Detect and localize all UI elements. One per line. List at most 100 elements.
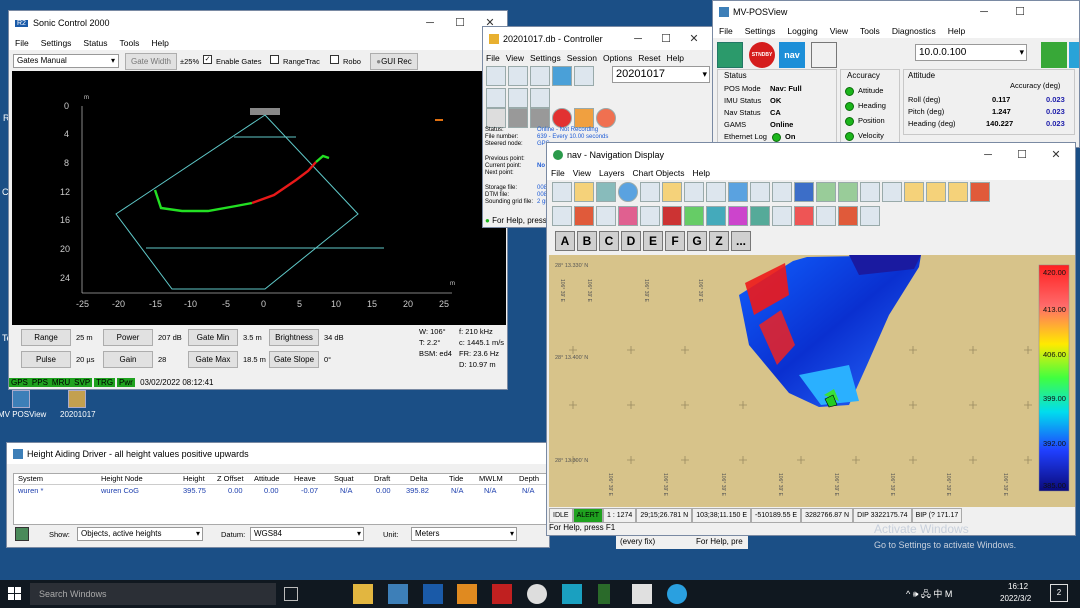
menu-tools[interactable]: Tools (114, 38, 146, 48)
zoom-icon[interactable] (772, 182, 792, 202)
anchor-icon[interactable] (816, 206, 836, 226)
menu-file[interactable]: File (547, 168, 569, 178)
tool-icon[interactable] (574, 66, 594, 86)
zoom-in-icon[interactable] (816, 182, 836, 202)
windows-start-icon[interactable] (8, 587, 22, 601)
unit-select[interactable]: Meters ▾ (411, 527, 517, 541)
layer-c-button[interactable]: C (599, 231, 619, 251)
table-row[interactable]: wuren * wuren CoG 395.75 0.00 0.00 -0.07… (14, 486, 549, 497)
menu-tools[interactable]: Tools (854, 26, 886, 36)
tool-icon[interactable] (508, 66, 528, 86)
globe-icon[interactable] (618, 182, 638, 202)
menu-help[interactable]: Help (145, 38, 174, 48)
mode-select[interactable]: Gates Manual ▾ (13, 54, 119, 68)
minimize-button[interactable]: ─ (623, 27, 653, 51)
layer-a-button[interactable]: A (555, 231, 575, 251)
power-button[interactable]: Power (103, 329, 153, 346)
tool-icon[interactable] (970, 182, 990, 202)
nav-button[interactable]: nav (779, 42, 805, 68)
gui-rec-button[interactable]: ●GUI Rec (370, 53, 418, 70)
tool-icon[interactable] (794, 206, 814, 226)
menu-settings[interactable]: Settings (527, 53, 564, 63)
gear-icon[interactable] (1041, 42, 1067, 68)
tool-icon[interactable] (574, 108, 594, 128)
system-tray[interactable]: ^ 🕪 🖧 中 M (906, 587, 952, 603)
menu-settings[interactable]: Settings (35, 38, 78, 48)
menu-help[interactable]: Help (663, 53, 686, 63)
layer-d-button[interactable]: D (621, 231, 641, 251)
datum-select[interactable]: WGS84 ▾ (250, 527, 364, 541)
layer-more-button[interactable]: ... (731, 231, 751, 251)
menu-logging[interactable]: Logging (781, 26, 823, 36)
layer-b-button[interactable]: B (577, 231, 597, 251)
tool-icon[interactable] (684, 206, 704, 226)
menu-settings[interactable]: Settings (739, 26, 782, 36)
taskbar-app-icon[interactable] (492, 584, 512, 604)
project-select[interactable]: 20201017 ▾ (612, 66, 710, 83)
tool-icon[interactable] (508, 88, 528, 108)
connect-icon[interactable] (717, 42, 743, 68)
tool-icon[interactable] (618, 206, 638, 226)
ip-select[interactable]: 10.0.0.100 ▾ (915, 44, 1027, 61)
enable-gates-checkbox[interactable]: ✓ (203, 55, 212, 64)
pulse-button[interactable]: Pulse (21, 351, 71, 368)
stop-icon[interactable] (508, 108, 528, 128)
pause-icon[interactable] (530, 108, 550, 128)
tool-icon[interactable] (838, 206, 858, 226)
clock-time[interactable]: 16:12 (1008, 582, 1028, 591)
layer-g-button[interactable]: G (687, 231, 707, 251)
show-select[interactable]: Objects, active heights ▾ (77, 527, 203, 541)
close-button[interactable]: ✕ (1041, 143, 1071, 167)
taskbar-app-icon[interactable] (423, 584, 443, 604)
tool-icon[interactable] (486, 88, 506, 108)
refresh-icon[interactable] (728, 182, 748, 202)
menu-view[interactable]: View (824, 26, 854, 36)
maximize-button[interactable]: ☐ (1005, 1, 1035, 23)
taskbar-app-icon[interactable] (598, 584, 610, 604)
tool-icon[interactable] (486, 66, 506, 86)
tool-icon[interactable] (530, 66, 550, 86)
menu-layers[interactable]: Layers (595, 168, 629, 178)
taskbar-app-icon[interactable] (527, 584, 547, 604)
tool-icon[interactable] (552, 182, 572, 202)
tool-icon[interactable] (662, 206, 682, 226)
taskbar-app-icon[interactable] (632, 584, 652, 604)
gate-width-button[interactable]: Gate Width (125, 53, 177, 70)
desktop-icon-20201017[interactable]: 20201017 (60, 390, 96, 419)
file-explorer-icon[interactable] (353, 584, 373, 604)
lifebuoy-icon[interactable] (596, 108, 616, 128)
tool-icon[interactable] (772, 206, 792, 226)
record-icon[interactable] (552, 108, 572, 128)
clock-date[interactable]: 2022/3/2 (1000, 594, 1031, 603)
robo-checkbox[interactable] (330, 55, 339, 64)
tool-icon[interactable] (640, 206, 660, 226)
gain-button[interactable]: Gain (103, 351, 153, 368)
notification-button[interactable]: 2 (1050, 584, 1068, 602)
gate-max-button[interactable]: Gate Max (188, 351, 238, 368)
taskbar-app-icon[interactable] (457, 584, 477, 604)
tool-icon[interactable] (530, 88, 550, 108)
menu-reset[interactable]: Reset (635, 53, 663, 63)
tool-icon[interactable] (706, 206, 726, 226)
tool-icon[interactable] (662, 182, 682, 202)
tool-icon[interactable] (750, 206, 770, 226)
menu-view[interactable]: View (569, 168, 595, 178)
close-button[interactable]: ✕ (679, 27, 709, 51)
menu-help[interactable]: Help (942, 26, 971, 36)
menu-file[interactable]: File (9, 38, 35, 48)
nav-map[interactable]: 28° 13.330' N 28° 13.400' N 28° 13.300' … (549, 255, 1075, 507)
tool-icon[interactable] (640, 182, 660, 202)
maximize-button[interactable]: ☐ (445, 11, 475, 35)
tool-icon[interactable] (860, 206, 880, 226)
search-input[interactable]: Search Windows (30, 583, 276, 605)
minimize-button[interactable]: ─ (969, 1, 999, 23)
star-icon[interactable] (904, 182, 924, 202)
tool-icon[interactable] (728, 206, 748, 226)
menu-file[interactable]: File (713, 26, 739, 36)
menu-diagnostics[interactable]: Diagnostics (886, 26, 942, 36)
layer-z-button[interactable]: Z (709, 231, 729, 251)
minimize-button[interactable]: ─ (415, 11, 445, 35)
menu-help[interactable]: Help (688, 168, 713, 178)
search-icon[interactable] (574, 182, 594, 202)
zoom-icon[interactable] (860, 182, 880, 202)
